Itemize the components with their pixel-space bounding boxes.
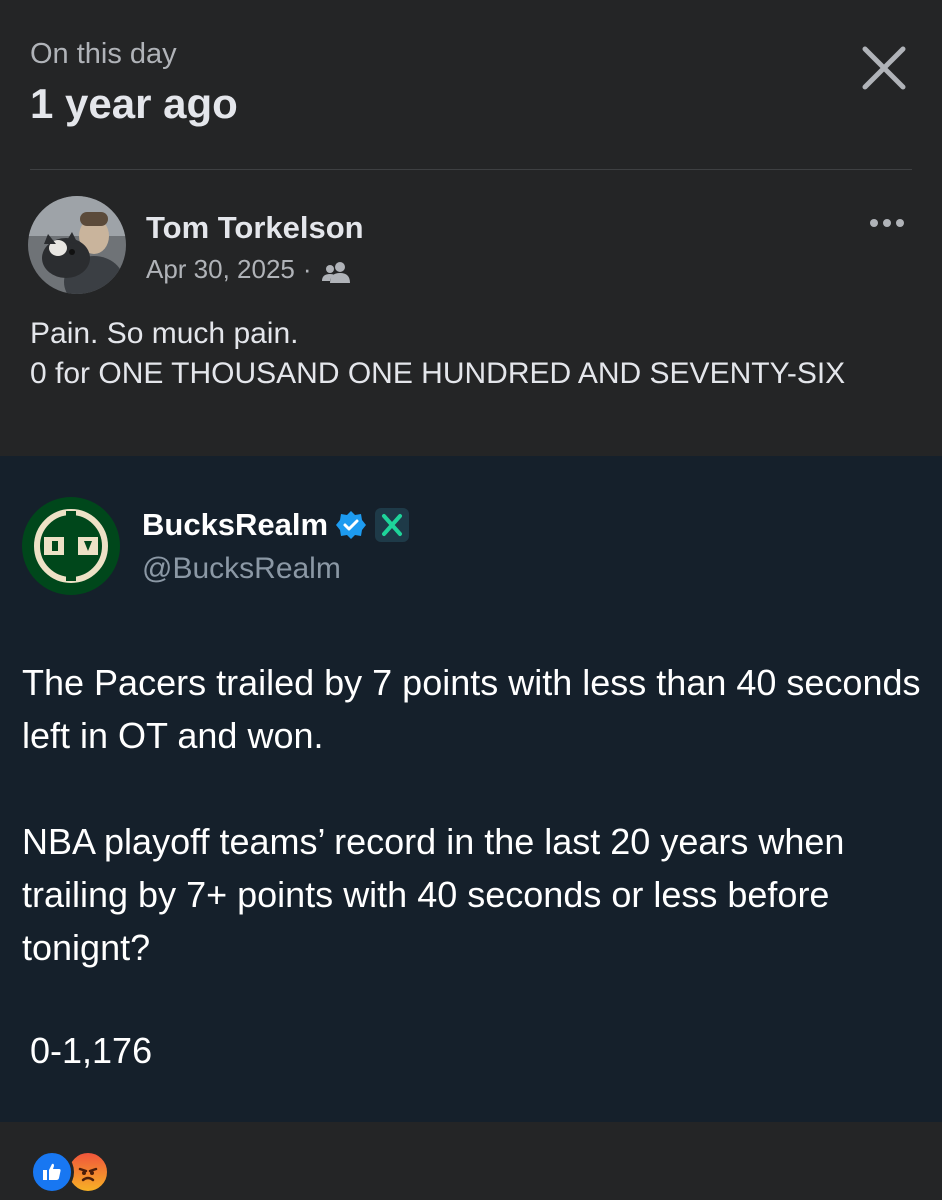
meta-separator: ·: [302, 254, 312, 284]
verified-badge-icon: [336, 511, 367, 539]
close-button[interactable]: [856, 40, 912, 96]
memory-kicker: On this day: [30, 38, 177, 70]
more-options-button[interactable]: [862, 208, 912, 238]
header-divider: [30, 169, 912, 170]
reactions-summary[interactable]: [30, 1150, 110, 1194]
close-icon: [862, 46, 906, 90]
memory-title: 1 year ago: [30, 80, 238, 127]
tweet-name: BucksRealm: [142, 507, 329, 542]
memory-post-screen: On this day 1 year ago Tom Torkelson Apr…: [0, 0, 942, 1200]
bucksrealm-logo-icon: [22, 497, 120, 595]
friends-icon: [321, 259, 350, 283]
tweet-avatar: [22, 497, 120, 595]
tweet-paragraph: NBA playoff teams’ record in the last 20…: [22, 821, 845, 968]
x-logo-icon: [375, 508, 410, 542]
tweet-stat: 0-1,176: [30, 1030, 153, 1071]
post-text: Pain. So much pain. 0 for ONE THOUSAND O…: [30, 314, 910, 394]
like-reaction-icon: [30, 1150, 74, 1194]
post-text-line: 0 for ONE THOUSAND ONE HUNDRED AND SEVEN…: [30, 357, 846, 390]
post-text-line: Pain. So much pain.: [30, 317, 299, 350]
post-meta: Apr 30, 2025 ·: [146, 254, 350, 285]
memory-header: On this day 1 year ago: [0, 0, 942, 170]
tweet-name-row: BucksRealm: [142, 507, 410, 543]
author-avatar[interactable]: [28, 196, 126, 294]
author-name[interactable]: Tom Torkelson: [146, 210, 364, 246]
post-date[interactable]: Apr 30, 2025: [146, 254, 295, 285]
tweet-body: The Pacers trailed by 7 points with less…: [22, 656, 922, 1027]
more-horizontal-icon: [870, 219, 904, 227]
tweet-paragraph: The Pacers trailed by 7 points with less…: [22, 662, 921, 756]
tweet-handle: @BucksRealm: [142, 552, 341, 585]
